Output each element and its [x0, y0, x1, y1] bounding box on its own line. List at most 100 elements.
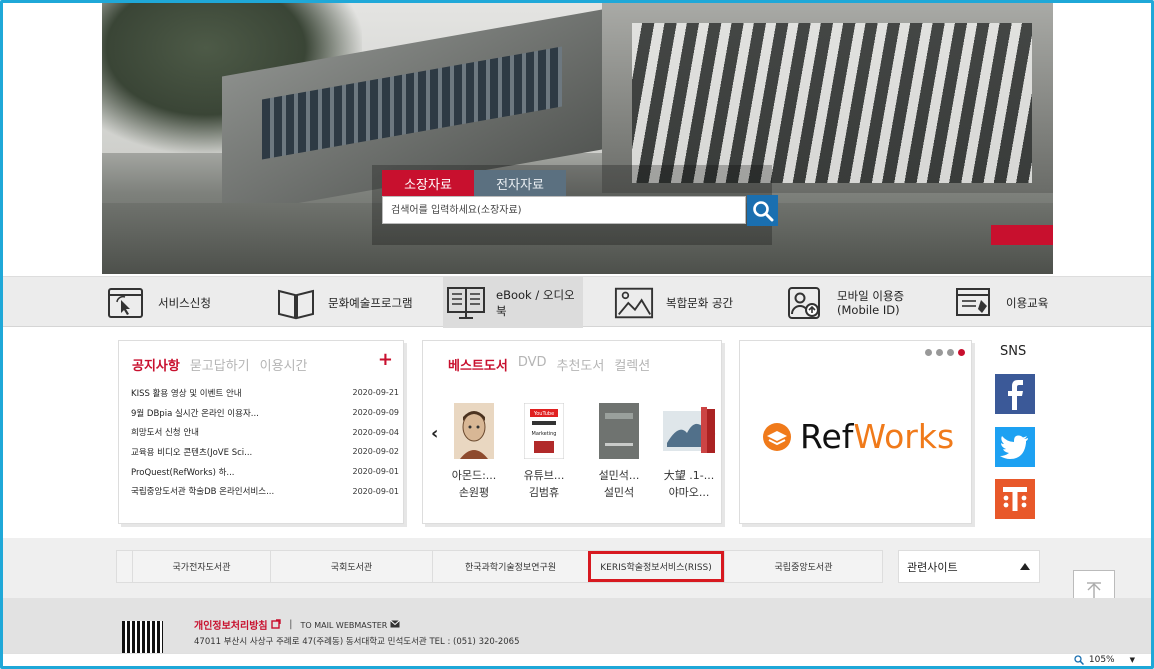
- notice-date: 2020-09-01: [352, 486, 400, 496]
- mail-icon: [390, 619, 400, 627]
- kakaostory-icon: [1003, 487, 1027, 511]
- tab-collection[interactable]: 컬렉션: [614, 355, 650, 374]
- carousel-prev-button[interactable]: ‹: [431, 423, 438, 444]
- notice-list: KISS 활용 영상 및 이벤트 안내 2020-09-21 9월 DBpia 실…: [131, 383, 399, 501]
- book-item[interactable]: 아몬드:... 손원평: [443, 403, 505, 501]
- search-input[interactable]: [383, 197, 745, 223]
- hero-red-accent: [991, 225, 1053, 245]
- mail-label: TO MAIL WEBMASTER: [300, 620, 388, 630]
- book-cover: [663, 407, 715, 453]
- related-sites-select[interactable]: 관련사이트: [898, 550, 1040, 583]
- qr-code: [122, 621, 163, 654]
- brand-part: Works: [853, 417, 955, 456]
- related-sites-bar: 국가전자도서관 국회도서관 한국과학기술정보연구원 KERIS학술정보서비스(R…: [3, 538, 1151, 598]
- notice-date: 2020-09-09: [352, 408, 400, 418]
- zoom-control[interactable]: 105% ▼: [1074, 655, 1135, 665]
- notice-date: 2020-09-01: [352, 467, 400, 477]
- footer-separator: |: [289, 619, 293, 630]
- menu-label: 서비스신청: [158, 295, 211, 310]
- menu-label-group: 모바일 이용증 (Mobile ID): [837, 289, 904, 317]
- tab-notice[interactable]: 공지사항: [132, 355, 180, 374]
- related-link-riss[interactable]: KERIS학술정보서비스(RISS): [588, 551, 724, 582]
- book-item[interactable]: 大望 .1-... 야마오...: [658, 403, 720, 501]
- cursor-click-icon: [106, 286, 146, 320]
- tab-qna[interactable]: 묻고답하기: [190, 355, 250, 374]
- related-select-label: 관련사이트: [907, 560, 958, 574]
- book-cover-text: Marketing: [532, 431, 557, 437]
- mail-webmaster-link[interactable]: TO MAIL WEBMASTER: [300, 619, 400, 630]
- privacy-policy-link[interactable]: 개인정보처리방침: [194, 617, 281, 632]
- menu-label: 이용교육: [1006, 295, 1049, 310]
- menu-mobile-id[interactable]: 모바일 이용증 (Mobile ID): [785, 277, 904, 328]
- books-panel: 베스트도서 DVD 추천도서 컬렉션 ‹ › 아몬드:... 손원평 YouTu…: [422, 340, 722, 524]
- list-item[interactable]: 교육용 비디오 콘텐츠(JoVE Sci... 2020-09-02: [131, 442, 399, 462]
- banner-panel: RefWorks: [739, 340, 972, 524]
- sns-title: SNS: [1000, 344, 1027, 359]
- book-title: 유튜브...: [523, 469, 565, 482]
- more-notice-button[interactable]: +: [378, 349, 393, 370]
- search-box: [382, 196, 746, 224]
- notice-title: 9월 DBpia 실시간 온라인 이용자...: [131, 408, 259, 419]
- tab-best-books[interactable]: 베스트도서: [448, 355, 508, 374]
- privacy-label: 개인정보처리방침: [194, 621, 268, 632]
- book-item[interactable]: 설민석... 설민석: [588, 403, 650, 501]
- list-item[interactable]: 9월 DBpia 실시간 온라인 이용자... 2020-09-09: [131, 403, 399, 423]
- book-title: 아몬드:...: [451, 469, 497, 482]
- menu-culture-program[interactable]: 문화예술프로그램: [276, 277, 413, 328]
- banner-dot-active[interactable]: [958, 349, 965, 356]
- facebook-link[interactable]: [995, 374, 1035, 414]
- notice-title: 교육용 비디오 콘텐츠(JoVE Sci...: [131, 447, 253, 458]
- notice-title: ProQuest(RefWorks) 하...: [131, 467, 235, 478]
- search-button[interactable]: [747, 195, 778, 226]
- list-item[interactable]: 희망도서 신청 안내 2020-09-04: [131, 422, 399, 442]
- brand-part: Ref: [800, 417, 854, 456]
- book-title: 大望 .1-...: [663, 469, 715, 482]
- tab-collection[interactable]: 소장자료: [382, 170, 474, 196]
- menu-culture-space[interactable]: 복합문화 공간: [614, 277, 733, 328]
- footer-address: 47011 부산시 사상구 주례로 47(주례동) 동서대학교 민석도서관 TE…: [194, 637, 520, 647]
- list-item[interactable]: KISS 활용 영상 및 이벤트 안내 2020-09-21: [131, 383, 399, 403]
- notice-title: 국립중앙도서관 학술DB 온라인서비스...: [131, 487, 275, 498]
- tab-electronic[interactable]: 전자자료: [474, 170, 566, 196]
- menu-sublabel: (Mobile ID): [837, 302, 900, 317]
- book-cover: YouTube Marketing: [523, 402, 565, 460]
- banner-dot[interactable]: [947, 349, 954, 356]
- refworks-banner[interactable]: RefWorks: [762, 417, 954, 456]
- notice-title: KISS 활용 영상 및 이벤트 안내: [131, 388, 242, 399]
- tab-dvd[interactable]: DVD: [518, 355, 547, 374]
- book-cover: [599, 403, 639, 459]
- banner-dot[interactable]: [925, 349, 932, 356]
- notice-tabs: 공지사항 묻고답하기 이용시간: [132, 355, 308, 374]
- book-author: 야마오...: [668, 486, 710, 499]
- tab-hours[interactable]: 이용시간: [260, 355, 308, 374]
- list-item[interactable]: 국립중앙도서관 학술DB 온라인서비스... 2020-09-01: [131, 481, 399, 501]
- book-author: 김범휴: [528, 486, 560, 499]
- book-cover: [454, 403, 494, 459]
- menu-label: 모바일 이용증: [837, 288, 905, 303]
- book-item[interactable]: YouTube Marketing 유튜브... 김범휴: [513, 402, 575, 501]
- notice-date: 2020-09-02: [352, 447, 400, 457]
- menu-education[interactable]: 이용교육: [954, 277, 1048, 328]
- notice-title: 희망도서 신청 안내: [131, 428, 199, 439]
- book-carousel: ‹ › 아몬드:... 손원평 YouTubeMarketing 유튜브... …: [431, 402, 721, 513]
- twitter-link[interactable]: [995, 427, 1035, 467]
- kakaostory-link[interactable]: [995, 479, 1035, 519]
- tab-recommended[interactable]: 추천도서: [557, 355, 605, 374]
- education-icon: [954, 286, 994, 320]
- book-title: 설민석...: [598, 469, 640, 482]
- menu-service-request[interactable]: 서비스신청: [106, 277, 211, 328]
- related-link[interactable]: 국회도서관: [270, 551, 432, 582]
- list-item[interactable]: ProQuest(RefWorks) 하... 2020-09-01: [131, 462, 399, 482]
- chevron-up-icon: [1020, 563, 1030, 570]
- banner-dot[interactable]: [936, 349, 943, 356]
- notice-panel: 공지사항 묻고답하기 이용시간 + KISS 활용 영상 및 이벤트 안내 202…: [118, 340, 404, 524]
- refworks-brand: RefWorks: [800, 417, 954, 456]
- related-link[interactable]: 한국과학기술정보연구원: [432, 551, 588, 582]
- twitter-icon: [1000, 435, 1028, 459]
- related-spacer: [117, 551, 132, 582]
- related-link[interactable]: 국립중앙도서관: [724, 551, 882, 582]
- picture-icon: [614, 286, 654, 320]
- menu-ebook[interactable]: eBook / 오디오북: [443, 277, 583, 328]
- related-link[interactable]: 국가전자도서관: [132, 551, 270, 582]
- notice-date: 2020-09-21: [352, 388, 400, 398]
